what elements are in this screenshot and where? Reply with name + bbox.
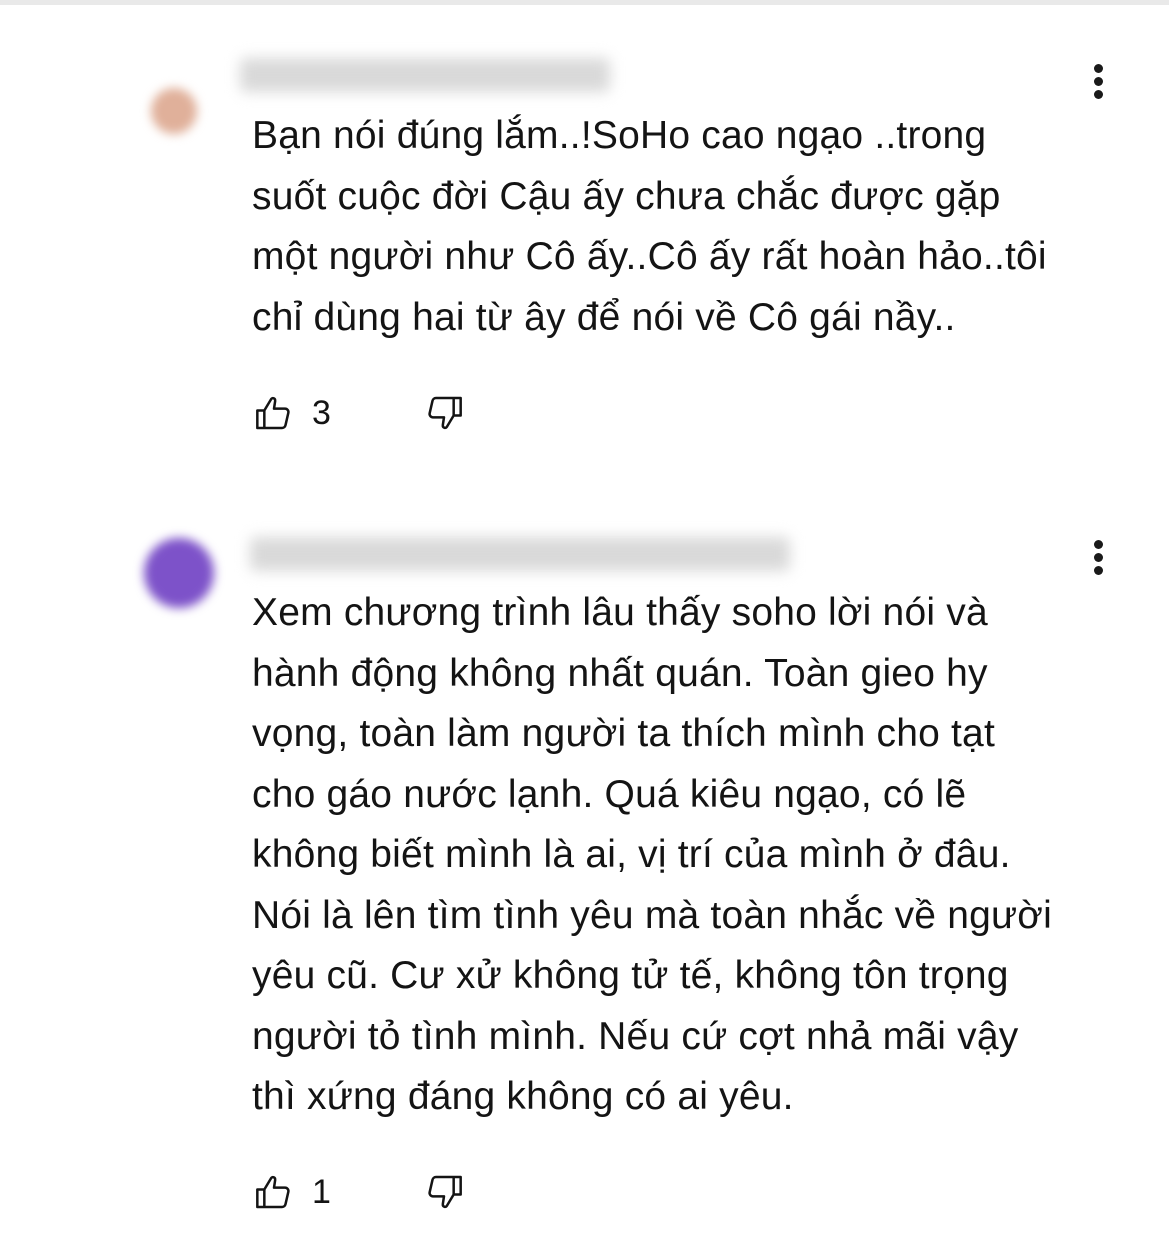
thumbs-up-icon (256, 1175, 290, 1209)
dislike-button[interactable] (424, 1172, 464, 1212)
thumbs-down-icon (428, 1175, 462, 1209)
more-vertical-icon (1094, 540, 1103, 549)
comment-text: Xem chương trình lâu thấy soho lời nói v… (252, 591, 1052, 1118)
comment-item: Xem chương trình lâu thấy soho lời nói v… (0, 0, 1169, 1251)
avatar[interactable] (144, 538, 214, 608)
more-options-button[interactable] (1087, 536, 1111, 580)
like-count: 1 (312, 1173, 331, 1211)
like-button[interactable] (254, 1172, 294, 1212)
redacted-author-meta (250, 537, 790, 571)
